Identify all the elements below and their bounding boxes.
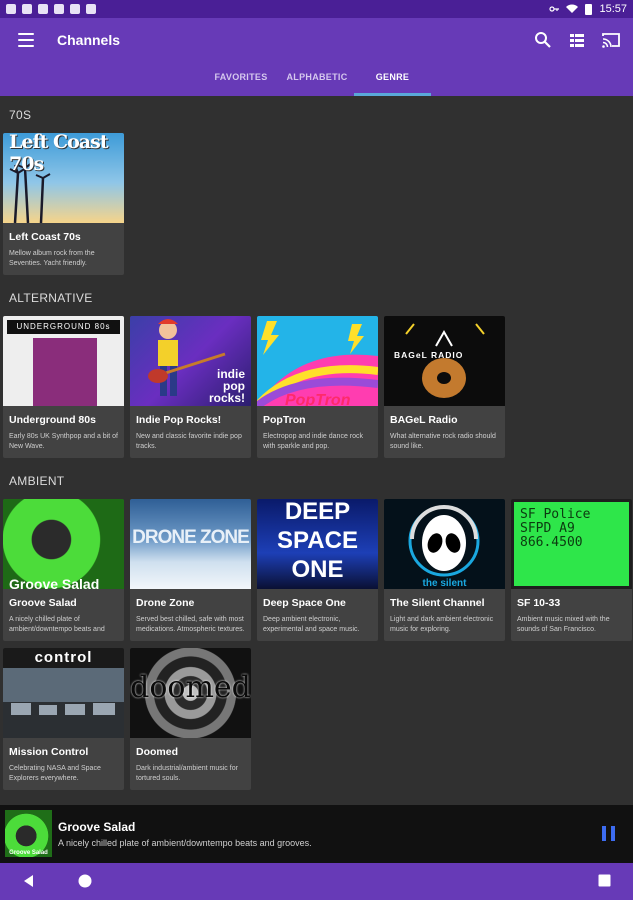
app-root: 15:57 Channels FAVORITES ALPHABETIC GENR…: [0, 0, 633, 900]
status-time: 15:57: [599, 3, 627, 15]
channel-card-underground-80s[interactable]: UNDERGROUND 80s Underground 80s Early 80…: [3, 316, 124, 458]
channel-name: Left Coast 70s: [9, 231, 81, 243]
battery-icon: [585, 3, 593, 15]
art-text: UNDERGROUND 80s: [7, 320, 120, 334]
back-icon[interactable]: [22, 874, 36, 888]
channel-name: Deep Space One: [263, 597, 346, 609]
notification-icon: [6, 4, 16, 14]
now-playing-art: Groove Salad: [5, 810, 52, 857]
now-playing-art-text: Groove Salad: [9, 850, 48, 856]
channel-name: Groove Salad: [9, 597, 77, 609]
channel-card-groove-salad[interactable]: Groove Salad Groove Salad A nicely chill…: [3, 499, 124, 641]
channel-description: Celebrating NASA and Space Explorers eve…: [9, 765, 101, 782]
page-title: Channels: [57, 32, 121, 48]
search-icon[interactable]: [533, 30, 553, 50]
channel-art: control: [3, 648, 124, 738]
notification-icons: [6, 4, 96, 14]
art-text: BAGeL RADIO: [394, 350, 464, 360]
status-bar: 15:57: [0, 0, 633, 18]
now-playing-bar[interactable]: Groove Salad Groove Salad A nicely chill…: [0, 805, 633, 863]
channel-name: Mission Control: [9, 746, 89, 758]
cast-icon[interactable]: [601, 30, 621, 50]
notification-icon: [86, 4, 96, 14]
art-text: doomed: [130, 670, 251, 705]
now-playing-title: Groove Salad: [58, 820, 136, 834]
art-text: DEEP SPACE ONE: [277, 499, 358, 583]
channel-description: Deep ambient electronic, experimental an…: [263, 616, 360, 633]
channel-description: Dark industrial/ambient music for tortur…: [136, 765, 238, 782]
section-title: 70S: [9, 108, 32, 122]
channel-name: SF 10-33: [517, 597, 561, 609]
channel-description: What alternative rock radio should sound…: [390, 433, 496, 450]
home-icon[interactable]: [78, 874, 92, 888]
art-text: SF Police SFPD A9 866.4500: [514, 502, 629, 586]
recents-icon[interactable]: [598, 874, 611, 887]
channel-art: DEEP SPACE ONE: [257, 499, 378, 589]
notification-icon: [70, 4, 80, 14]
art-text: DRONE ZONE: [132, 527, 250, 548]
channel-card-drone-zone[interactable]: DRONE ZONE Drone Zone Served best chille…: [130, 499, 251, 641]
key-icon: [549, 6, 560, 12]
channel-card-indie-pop-rocks[interactable]: indie pop rocks! Indie Pop Rocks! New an…: [130, 316, 251, 458]
channel-description: Early 80s UK Synthpop and a bit of New W…: [9, 433, 118, 450]
channel-art: Groove Salad: [3, 499, 124, 589]
channel-art: UNDERGROUND 80s: [3, 316, 124, 406]
channel-card-poptron[interactable]: PopTron PopTron Electropop and indie dan…: [257, 316, 378, 458]
channel-art: Left Coast 70s: [3, 133, 124, 223]
channel-card-deep-space-one[interactable]: DEEP SPACE ONE Deep Space One Deep ambie…: [257, 499, 378, 641]
channel-card-the-silent-channel[interactable]: the silent The Silent Channel Light and …: [384, 499, 505, 641]
menu-icon[interactable]: [18, 33, 34, 47]
wifi-icon: [566, 4, 579, 13]
art-text: the silent: [422, 578, 467, 589]
channel-description: Served best chilled, safe with most medi…: [136, 616, 245, 633]
channel-card-doomed[interactable]: doomed Doomed Dark industrial/ambient mu…: [130, 648, 251, 790]
tab-alphabetic[interactable]: ALPHABETIC: [280, 58, 354, 96]
section-title: ALTERNATIVE: [9, 291, 93, 305]
channel-art: doomed: [130, 648, 251, 738]
channel-art: PopTron: [257, 316, 378, 406]
channel-card-sf-10-33[interactable]: SF Police SFPD A9 866.4500 SF 10-33 Ambi…: [511, 499, 632, 641]
system-nav-bar: [0, 863, 633, 900]
bagel-icon: [405, 323, 485, 398]
pause-button[interactable]: [602, 826, 615, 841]
section-title: AMBIENT: [9, 474, 65, 488]
grid-view-icon[interactable]: [567, 30, 587, 50]
tab-bar: FAVORITES ALPHABETIC GENRE: [0, 58, 633, 96]
channel-card-mission-control[interactable]: control Mission Control Celebrating NASA…: [3, 648, 124, 790]
channel-art: SF Police SFPD A9 866.4500: [511, 499, 632, 589]
notification-icon: [54, 4, 64, 14]
app-bar: Channels FAVORITES ALPHABETIC GENRE: [0, 18, 633, 96]
channel-description: Light and dark ambient electronic music …: [390, 616, 494, 633]
art-text: Groove Salad: [9, 576, 100, 589]
art-text: indie pop rocks!: [208, 367, 245, 405]
console-icon: [11, 703, 115, 715]
channel-name: Doomed: [136, 746, 178, 758]
tab-favorites[interactable]: FAVORITES: [205, 58, 277, 96]
channel-art: the silent: [384, 499, 505, 589]
notification-icon: [22, 4, 32, 14]
channel-description: Ambient music mixed with the sounds of S…: [517, 616, 610, 633]
notification-icon: [38, 4, 48, 14]
channel-list[interactable]: 70S Left Coast 70s Left Coast 70s Mellow…: [0, 96, 633, 805]
channel-description: New and classic favorite indie pop track…: [136, 433, 242, 450]
channel-description: Electropop and indie dance rock with spa…: [263, 433, 364, 450]
channel-name: BAGeL Radio: [390, 414, 458, 426]
channel-art: BAGeL RADIO: [384, 316, 505, 406]
channel-name: The Silent Channel: [390, 597, 485, 609]
channel-name: Underground 80s: [9, 414, 96, 426]
channel-name: Drone Zone: [136, 597, 195, 609]
art-text: Left Coast 70s: [9, 133, 109, 175]
tab-genre[interactable]: GENRE: [354, 58, 431, 96]
channel-card-bagel-radio[interactable]: BAGeL RADIO BAGeL Radio What alternative…: [384, 316, 505, 458]
channel-name: Indie Pop Rocks!: [136, 414, 222, 426]
channel-card-left-coast-70s[interactable]: Left Coast 70s Left Coast 70s Mellow alb…: [3, 133, 124, 275]
art-text: PopTron: [285, 392, 351, 406]
channel-description: A nicely chilled plate of ambient/downte…: [9, 616, 105, 633]
channel-art: DRONE ZONE: [130, 499, 251, 589]
alien-headphones-icon: [408, 505, 480, 577]
channel-description: Mellow album rock from the Seventies. Ya…: [9, 250, 95, 267]
channel-name: PopTron: [263, 414, 306, 426]
channel-art: indie pop rocks!: [130, 316, 251, 406]
now-playing-description: A nicely chilled plate of ambient/downte…: [58, 838, 312, 848]
